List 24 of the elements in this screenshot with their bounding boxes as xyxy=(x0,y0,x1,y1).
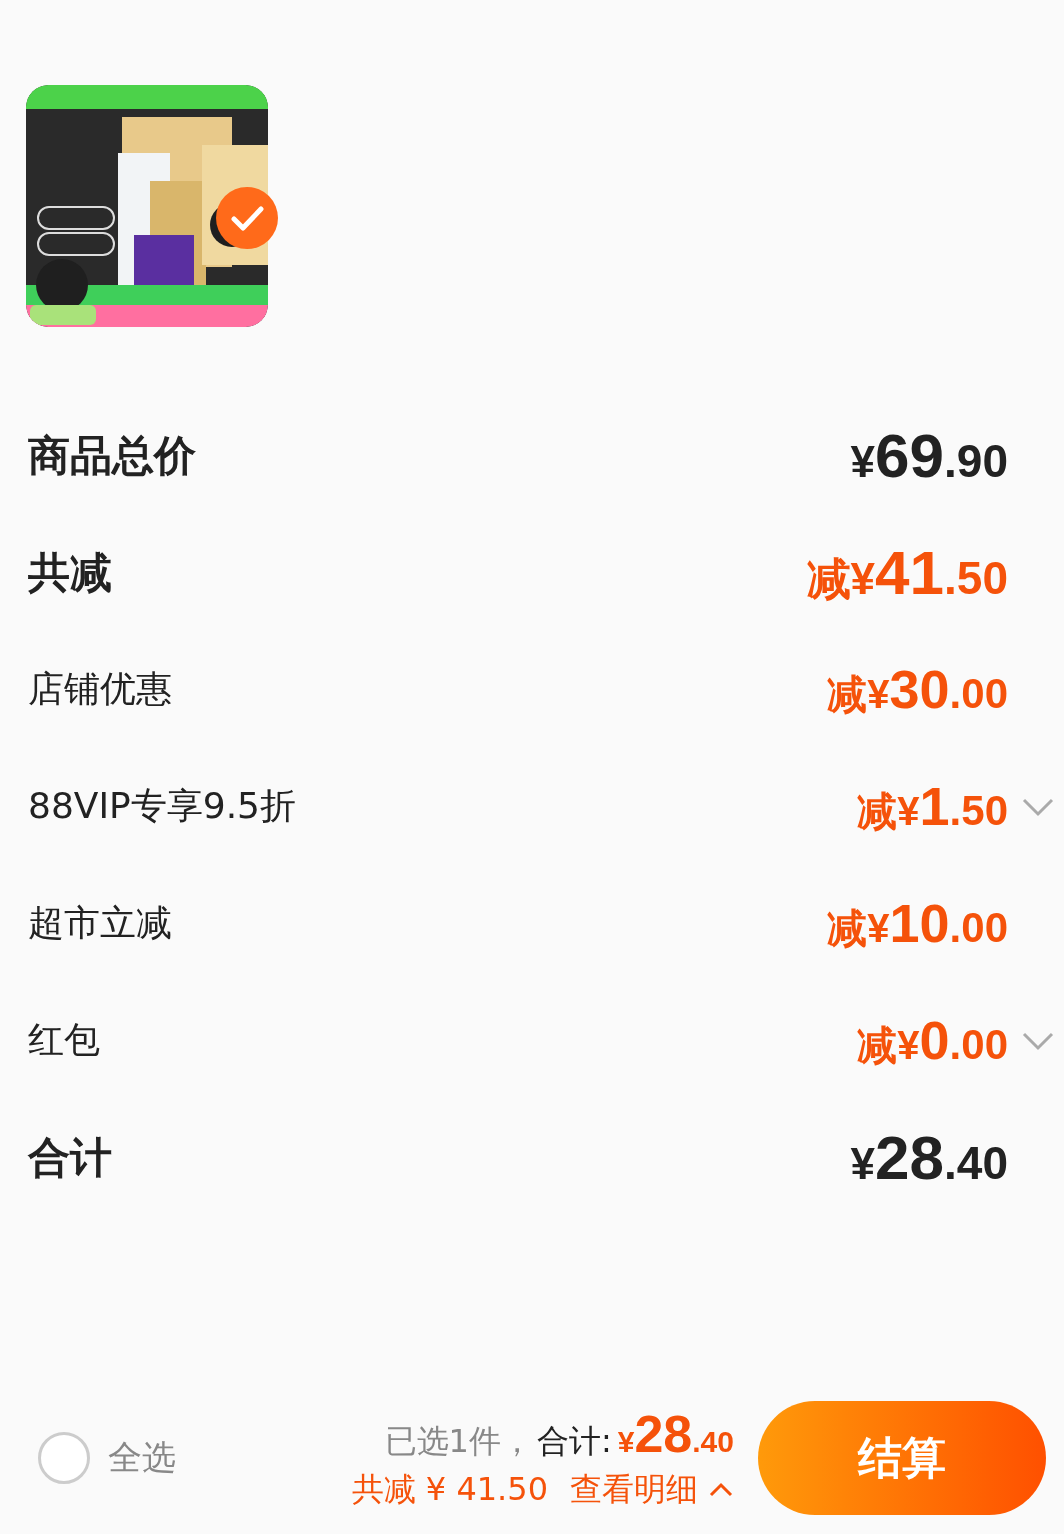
summary-amount: ¥69.90 xyxy=(850,420,1008,491)
selected-count: 已选1件， xyxy=(384,1421,533,1462)
summary-amount: ¥28.40 xyxy=(850,1122,1008,1193)
select-all-label[interactable]: 全选 xyxy=(108,1435,176,1481)
summary-amount: 减¥10.00 xyxy=(827,891,1008,955)
checkout-button[interactable]: 结算 xyxy=(758,1401,1046,1515)
summary-label: 超市立减 xyxy=(28,901,173,945)
summary-label: 店铺优惠 xyxy=(28,667,173,711)
select-all-radio[interactable] xyxy=(38,1432,90,1484)
summary-amount: 减¥0.00 xyxy=(857,1008,1008,1072)
summary-label: 商品总价 xyxy=(28,429,197,482)
total-label: 合计: xyxy=(536,1421,612,1462)
summary-label: 合计 xyxy=(28,1131,113,1184)
saving-amount: 共减 ¥ 41.50 xyxy=(351,1469,548,1510)
summary-amount: 减¥30.00 xyxy=(827,657,1008,721)
summary-amount: 减¥1.50 xyxy=(857,774,1008,838)
summary-amount: 减¥41.50 xyxy=(806,536,1008,609)
summary-label: 红包 xyxy=(28,1018,101,1062)
total-amount: ¥28.40 xyxy=(617,1404,734,1464)
summary-label: 共减 xyxy=(28,546,113,599)
checkmark-icon[interactable] xyxy=(216,187,278,249)
details-link[interactable]: 查看明细 xyxy=(570,1468,734,1512)
summary-label: 88VIP专享9.5折 xyxy=(28,784,297,828)
caret-up-icon[interactable] xyxy=(708,1482,734,1498)
